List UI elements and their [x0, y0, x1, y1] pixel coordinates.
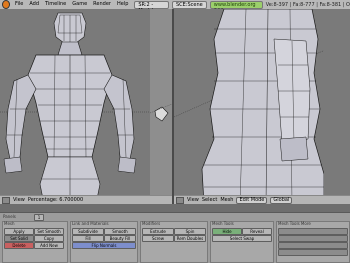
menu-timeline[interactable]: Timeline — [42, 0, 69, 9]
blender-logo-icon — [2, 0, 10, 9]
panel-link-title: Link and Materials — [72, 221, 109, 226]
btn-select-swap[interactable]: Select Swap — [212, 235, 272, 242]
menu-help[interactable]: Help — [114, 0, 131, 9]
btn-apply[interactable]: Apply — [4, 228, 34, 235]
btn-screw[interactable]: Screw — [142, 235, 174, 242]
character-front-mesh — [0, 9, 172, 204]
left-3d-viewport[interactable] — [0, 9, 172, 204]
camera-icon — [2, 196, 10, 204]
menu-select[interactable]: Select — [202, 196, 217, 204]
buttons-window: Panels 1 Mesh Apply Set Smooth Set Solid… — [0, 212, 350, 263]
scene-selector[interactable]: SCE:Scene — [172, 0, 207, 9]
right-3d-viewport[interactable] — [174, 9, 350, 204]
menu-file[interactable]: File — [12, 0, 26, 9]
btn-hide[interactable]: Hide — [212, 228, 242, 235]
menu-render[interactable]: Render — [90, 0, 114, 9]
website-link[interactable]: www.blender.org 244 — [209, 0, 263, 14]
menu-mesh[interactable]: Mesh — [220, 196, 233, 204]
right-viewport-header: View Select Mesh Edit Mode Global — [174, 195, 350, 204]
btn-subdivide[interactable]: Subdivide — [72, 228, 104, 235]
panel-mesh-title: Mesh — [4, 221, 15, 226]
panel-mesh-tools-title: Mesh Tools — [212, 221, 234, 226]
btn-beauty-fill[interactable]: Beauty Fill — [104, 235, 136, 242]
btn-set-solid[interactable]: Set Solid — [4, 235, 34, 242]
btn-set-smooth[interactable]: Set Smooth — [34, 228, 64, 235]
screen-icon — [176, 196, 184, 204]
btn-reveal[interactable]: Reveal — [242, 228, 272, 235]
btn-spin[interactable]: Spin — [174, 228, 206, 235]
screen-selector[interactable]: SR:2 - Model — [134, 0, 169, 14]
left-viewport-header: View Percentage: 6.700000 — [0, 195, 172, 204]
menu-game[interactable]: Game — [69, 0, 90, 9]
btn-extrude[interactable]: Extrude — [142, 228, 174, 235]
slider-1[interactable] — [278, 228, 348, 235]
mesh-stats: Ve:8-397 | Fa:8-777 | Fa:8-381 | O — [265, 1, 350, 8]
left-view-sublabel: Percentage: 6.700000 — [27, 197, 84, 203]
orientation-selector[interactable]: Global — [270, 196, 293, 204]
btn-fill[interactable]: Fill — [72, 235, 104, 242]
slider-3[interactable] — [278, 242, 348, 249]
panels-label: Panels — [3, 214, 16, 219]
slider-4[interactable] — [278, 249, 348, 256]
btn-add-new[interactable]: Add New — [34, 242, 64, 249]
btn-rem-doubles[interactable]: Rem Doubles — [174, 235, 206, 242]
left-view-menu[interactable]: View — [13, 196, 25, 204]
btn-flip-normals[interactable]: Flip Normals — [72, 242, 136, 249]
btn-copy[interactable]: Copy — [34, 235, 64, 242]
menu-add[interactable]: Add — [26, 0, 42, 9]
btn-smooth[interactable]: Smooth — [104, 228, 136, 235]
panel-mesh-tools-more-title: Mesh Tools More — [278, 221, 311, 226]
btn-delete[interactable]: Delete — [4, 242, 34, 249]
character-side-mesh — [174, 9, 350, 204]
mode-selector[interactable]: Edit Mode — [236, 196, 268, 204]
frame-field[interactable]: 1 — [34, 214, 44, 221]
menu-view[interactable]: View — [187, 196, 199, 204]
slider-2[interactable] — [278, 235, 348, 242]
panel-modifiers-title: Modifiers — [142, 221, 161, 226]
